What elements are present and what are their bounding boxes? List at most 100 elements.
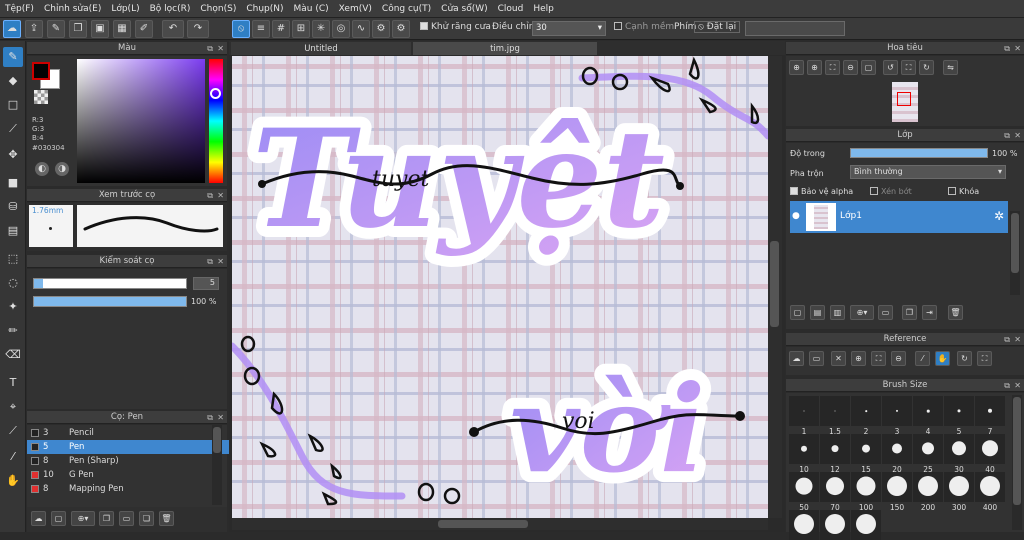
brush-size-value[interactable]: 5 — [193, 277, 219, 290]
new-layer-alt-icon[interactable]: ▤ — [810, 305, 825, 320]
ref-fit-icon[interactable]: ⛶ — [871, 351, 886, 366]
brush-folder-icon[interactable]: ▭ — [119, 511, 134, 526]
expand-icon[interactable]: ⧉ — [1004, 333, 1010, 346]
select-pen-icon[interactable]: ✏ — [3, 321, 23, 341]
close-icon[interactable]: ✕ — [1014, 333, 1021, 346]
ref-reset-icon[interactable]: ⛶ — [977, 351, 992, 366]
brush-size-cell[interactable]: 100 — [851, 472, 881, 512]
menu-item[interactable]: Chỉnh sửa(E) — [39, 4, 106, 14]
brush-size-cell[interactable] — [789, 510, 819, 540]
hand-tool-icon[interactable]: ✋ — [3, 471, 23, 491]
zoom-in-alt-icon[interactable]: ⊕ — [807, 60, 822, 75]
flip-icon[interactable]: ⇋ — [943, 60, 958, 75]
brush-list-scroll-thumb[interactable] — [213, 427, 221, 453]
saturation-value-picker[interactable] — [77, 59, 205, 183]
eraser-tool-icon[interactable]: ◆ — [3, 71, 23, 91]
expand-icon[interactable]: ⧉ — [1004, 129, 1010, 142]
close-icon[interactable]: ✕ — [217, 411, 224, 424]
layer-add-menu-icon[interactable]: ⊕▾ — [850, 305, 874, 320]
brush-item[interactable]: 3 Pencil — [27, 426, 235, 440]
correction-select[interactable]: 30 ▾ — [532, 21, 606, 36]
brush-size-cell[interactable]: 5 — [944, 396, 974, 436]
hue-handle[interactable] — [210, 88, 221, 99]
brush-cloud-icon[interactable]: ☁ — [31, 511, 46, 526]
magic-wand-icon[interactable]: ✦ — [3, 297, 23, 317]
menu-item[interactable]: Chụp(N) — [241, 4, 288, 14]
layer-list-scrollbar[interactable] — [1010, 211, 1020, 295]
artwork-canvas[interactable]: Tuyệt Tuyệt vời vời tuyet voi — [232, 56, 768, 518]
ref-rotate-icon[interactable]: ↻ — [957, 351, 972, 366]
select-eraser-icon[interactable]: ⌫ — [3, 345, 23, 365]
transparent-swatch[interactable] — [34, 90, 48, 104]
brush-size-cell[interactable]: 12 — [820, 434, 850, 474]
brush-size-cell[interactable]: 3 — [882, 396, 912, 436]
expand-icon[interactable]: ⧉ — [1004, 42, 1010, 55]
brush-copy-icon[interactable]: ❐ — [99, 511, 114, 526]
brush-add-icon[interactable]: ⊕▾ — [71, 511, 95, 526]
merge-layer-icon[interactable]: ⇥ — [922, 305, 937, 320]
snap-radial-icon[interactable]: ✳ — [312, 20, 330, 38]
brush-opacity-slider[interactable] — [33, 296, 187, 307]
clipboard-icon[interactable]: ▣ — [91, 20, 109, 38]
brush-size-cell[interactable] — [820, 510, 850, 540]
brush-size-cell[interactable]: 10 — [789, 434, 819, 474]
line-tool-icon[interactable]: ⟋ — [3, 119, 23, 139]
ref-zoom-out-icon[interactable]: ⊖ — [891, 351, 906, 366]
menu-item[interactable]: Lớp(L) — [106, 4, 144, 14]
duplicate-layer-icon[interactable]: ❐ — [902, 305, 917, 320]
menu-item[interactable]: Cửa sổ(W) — [436, 4, 492, 14]
layer-opacity-slider[interactable] — [850, 148, 988, 158]
fit-icon[interactable]: ⛶ — [825, 60, 840, 75]
expand-icon[interactable]: ⧉ — [207, 42, 213, 55]
hue-slider[interactable] — [209, 59, 223, 183]
brush-item[interactable]: 5Pen✲ — [27, 440, 235, 454]
brush-size-scrollbar[interactable] — [1012, 395, 1022, 530]
menu-item[interactable]: Tệp(F) — [0, 4, 39, 14]
layer-folder-icon[interactable]: ▭ — [878, 305, 893, 320]
operation-tool-icon[interactable]: ⌖ — [3, 397, 23, 417]
rect-tool-icon[interactable]: □ — [3, 95, 23, 115]
expand-icon[interactable]: ⧉ — [207, 411, 213, 424]
close-icon[interactable]: ✕ — [1014, 379, 1021, 392]
brush-size-cell[interactable]: 2 — [851, 396, 881, 436]
palette-icon[interactable]: ◐ — [35, 162, 49, 176]
close-icon[interactable]: ✕ — [217, 189, 224, 202]
reset-rotate-icon[interactable]: ⛶ — [901, 60, 916, 75]
menu-item[interactable]: Cloud — [493, 4, 529, 14]
layer-scroll-thumb[interactable] — [1011, 213, 1019, 273]
new-layer-icon[interactable]: ▢ — [790, 305, 805, 320]
brush-size-cell[interactable]: 20 — [882, 434, 912, 474]
brush-size-cell[interactable]: 150 — [882, 472, 912, 512]
snap-gear-icon[interactable]: ⚙ — [392, 20, 410, 38]
gear-icon[interactable]: ✲ — [994, 209, 1004, 223]
menu-item[interactable]: Màu (C) — [289, 4, 334, 14]
brush-size-cell[interactable]: 4 — [913, 396, 943, 436]
brush-item[interactable]: 8 Mapping Pen — [27, 482, 235, 496]
snap-curve-icon[interactable]: ∿ — [352, 20, 370, 38]
cloud-icon[interactable]: ☁ — [3, 20, 21, 38]
brush-size-cell[interactable]: 50 — [789, 472, 819, 512]
rotate-right-icon[interactable]: ↻ — [919, 60, 934, 75]
brush-size-cell[interactable]: 25 — [913, 434, 943, 474]
undo-icon[interactable]: ↶ — [162, 20, 184, 38]
close-icon[interactable]: ✕ — [217, 42, 224, 55]
eyedropper-icon[interactable]: ⁄ — [3, 447, 23, 467]
layer-row[interactable]: ● Lớp1 ✲ — [790, 201, 1008, 233]
gradient-tool-icon[interactable]: ▤ — [3, 221, 23, 241]
fill-rect-tool-icon[interactable]: ■ — [3, 173, 23, 193]
soft-edge-checkbox[interactable]: Cạnh mềm — [614, 22, 674, 32]
brush-new-icon[interactable]: ▢ — [51, 511, 66, 526]
palette2-icon[interactable]: ◑ — [55, 162, 69, 176]
brush-list-scrollbar[interactable] — [212, 425, 222, 505]
brush-size-cell[interactable]: 70 — [820, 472, 850, 512]
canvas-vscroll-thumb[interactable] — [770, 241, 779, 327]
canvas-vscrollbar[interactable] — [768, 56, 782, 518]
snap-off-icon[interactable]: ⦸ — [232, 20, 250, 38]
zoom-out-icon[interactable]: ⊖ — [843, 60, 858, 75]
protect-alpha-checkbox[interactable]: Bảo vệ alpha — [790, 187, 853, 196]
bucket-tool-icon[interactable]: ⛁ — [3, 197, 23, 217]
brush-tool-icon[interactable]: ✎ — [3, 47, 23, 67]
menu-item[interactable]: Help — [528, 4, 559, 14]
chat-icon[interactable]: ✎ — [47, 20, 65, 38]
actual-size-icon[interactable]: ▢ — [861, 60, 876, 75]
